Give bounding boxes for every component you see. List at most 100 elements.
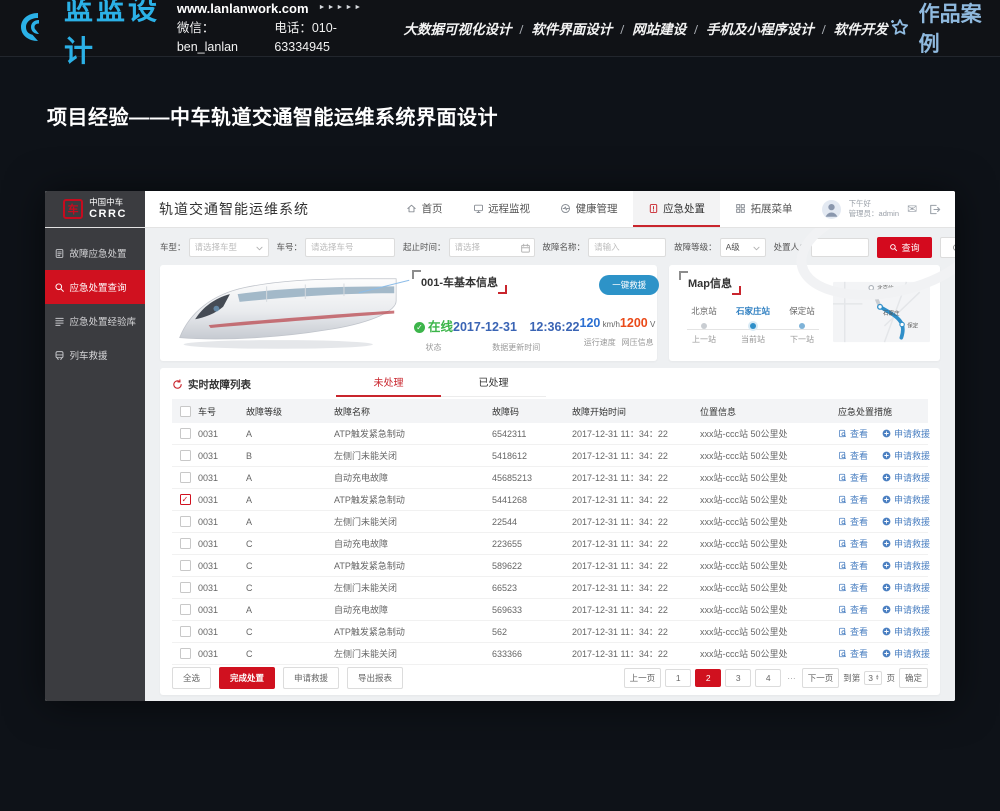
station-dot-icon xyxy=(701,323,707,329)
apply-rescue-button[interactable]: 申请救援 xyxy=(283,667,339,689)
select-all-button[interactable]: 全选 xyxy=(172,667,211,689)
mail-icon[interactable]: ✉ xyxy=(907,203,920,216)
filter-input[interactable]: 请选择 xyxy=(449,238,535,257)
row-checkbox[interactable] xyxy=(180,604,191,615)
apply-rescue-link[interactable]: 申请救援 xyxy=(882,559,930,572)
spinner-down-icon[interactable]: ▾ xyxy=(876,678,879,681)
view-link[interactable]: 查看 xyxy=(838,427,868,440)
reset-button[interactable]: 重置 xyxy=(940,237,955,258)
search-button[interactable]: 查询 xyxy=(877,237,932,258)
confirm-jump-button[interactable]: 确定 xyxy=(899,668,928,688)
view-link[interactable]: 查看 xyxy=(838,581,868,594)
view-link[interactable]: 查看 xyxy=(838,449,868,462)
apply-rescue-link[interactable]: 申请救援 xyxy=(882,603,930,616)
view-link[interactable]: 查看 xyxy=(838,625,868,638)
row-checkbox[interactable] xyxy=(180,538,191,549)
apply-rescue-link[interactable]: 申请救援 xyxy=(882,581,930,594)
row-checkbox[interactable] xyxy=(180,582,191,593)
cell-fault-level: C xyxy=(246,539,334,549)
nav-item[interactable]: 拓展菜单 xyxy=(720,191,808,227)
stage: 项目经验——中车轨道交通智能运维系统界面设计 车 中国中车 CRRC 轨道交通智… xyxy=(0,57,1000,811)
view-link-label: 查看 xyxy=(850,427,868,440)
page-button[interactable]: 3 xyxy=(725,669,751,687)
view-doc-icon xyxy=(838,583,847,592)
page-button[interactable]: 1 xyxy=(665,669,691,687)
logout-icon[interactable] xyxy=(928,203,941,216)
row-checkbox[interactable] xyxy=(180,648,191,659)
filter-input[interactable]: 请选择车号 xyxy=(305,238,395,257)
apply-rescue-link[interactable]: 申请救援 xyxy=(882,515,930,528)
nav-item[interactable]: 应急处置 xyxy=(633,191,721,227)
apply-rescue-link[interactable]: 申请救援 xyxy=(882,625,930,638)
page-title: 项目经验——中车轨道交通智能运维系统界面设计 xyxy=(47,101,498,130)
service-item[interactable]: 大数据可视化设计 xyxy=(404,22,512,37)
row-checkbox[interactable] xyxy=(180,450,191,461)
view-link[interactable]: 查看 xyxy=(838,559,868,572)
next-page-button[interactable]: 下一页 xyxy=(802,668,840,688)
sidebar-item[interactable]: 应急处置经验库 xyxy=(45,304,145,338)
page-button[interactable]: 4 xyxy=(755,669,781,687)
select-all-checkbox[interactable] xyxy=(180,406,191,417)
service-item[interactable]: 软件界面设计 xyxy=(531,22,612,37)
apply-rescue-link[interactable]: 申请救援 xyxy=(882,537,930,550)
cell-train-no: 0031 xyxy=(198,649,246,659)
fault-tab[interactable]: 未处理 xyxy=(336,374,441,397)
view-doc-icon xyxy=(838,517,847,526)
spinner-arrows-icon[interactable]: ▴▾ xyxy=(876,675,879,681)
website-url[interactable]: www.lanlanwork.com xyxy=(177,0,309,19)
refresh-list-icon[interactable] xyxy=(172,379,183,390)
sidebar-item[interactable]: 列车救援 xyxy=(45,338,145,372)
nav-item[interactable]: 健康管理 xyxy=(545,191,633,227)
cell-train-no: 0031 xyxy=(198,583,246,593)
filter-input[interactable]: 请选择车型 xyxy=(189,238,269,257)
mini-map[interactable]: 北京站 石家庄 保定 xyxy=(833,271,930,355)
view-doc-icon xyxy=(838,495,847,504)
row-checkbox[interactable]: ✓ xyxy=(180,494,191,505)
view-link[interactable]: 查看 xyxy=(838,471,868,484)
service-item[interactable]: 软件开发 xyxy=(834,22,888,37)
page-button-active[interactable]: 2 xyxy=(695,669,721,687)
apply-rescue-link[interactable]: 申请救援 xyxy=(882,449,930,462)
row-checkbox[interactable] xyxy=(180,428,191,439)
avatar[interactable] xyxy=(822,200,841,219)
view-link[interactable]: 查看 xyxy=(838,515,868,528)
row-checkbox[interactable] xyxy=(180,516,191,527)
view-link[interactable]: 查看 xyxy=(838,493,868,506)
cell-fault-name: 左侧门未能关闭 xyxy=(334,449,492,462)
apply-rescue-link[interactable]: 申请救援 xyxy=(882,427,930,440)
row-checkbox[interactable] xyxy=(180,626,191,637)
nav-item[interactable]: 首页 xyxy=(391,191,458,227)
sidebar-item[interactable]: 故障应急处置 xyxy=(45,236,145,270)
cases-link[interactable]: 作品案例 xyxy=(888,0,982,58)
nav-item[interactable]: 远程监视 xyxy=(458,191,546,227)
service-item[interactable]: 手机及小程序设计 xyxy=(706,22,814,37)
app-title: 轨道交通智能运维系统 xyxy=(159,199,309,219)
sidebar-item[interactable]: 应急处置查询 xyxy=(45,270,145,304)
one-key-rescue-button[interactable]: 一键救援 xyxy=(599,275,659,295)
row-checkbox[interactable] xyxy=(180,472,191,483)
cell-train-no: 0031 xyxy=(198,627,246,637)
fault-tab[interactable]: 已处理 xyxy=(441,374,546,397)
view-link[interactable]: 查看 xyxy=(838,603,868,616)
apply-rescue-link-label: 申请救援 xyxy=(894,515,930,528)
service-item[interactable]: 网站建设 xyxy=(632,22,686,37)
nav-item-label: 健康管理 xyxy=(576,201,618,216)
apply-rescue-link[interactable]: 申请救援 xyxy=(882,647,930,660)
row-checkbox[interactable] xyxy=(180,560,191,571)
filter-input[interactable] xyxy=(811,238,869,257)
prev-page-button[interactable]: 上一页 xyxy=(624,668,662,688)
apply-rescue-link[interactable]: 申请救援 xyxy=(882,493,930,506)
export-report-button[interactable]: 导出报表 xyxy=(347,667,403,689)
complete-disposal-button[interactable]: 完成处置 xyxy=(219,667,275,689)
apply-rescue-link[interactable]: 申请救援 xyxy=(882,471,930,484)
cell-start-time: 2017-12-31 11：34：22 xyxy=(572,603,700,616)
filter-input[interactable]: A级 xyxy=(720,238,766,257)
banner-services: 大数据可视化设计/软件界面设计/网站建设/手机及小程序设计/软件开发 xyxy=(404,18,888,38)
filter-value: 请选择 xyxy=(455,241,481,253)
view-link[interactable]: 查看 xyxy=(838,647,868,660)
view-link[interactable]: 查看 xyxy=(838,537,868,550)
service-separator: / xyxy=(520,22,524,37)
jump-page-input[interactable]: 3▴▾ xyxy=(864,671,882,685)
filter-input[interactable]: 请输入 xyxy=(588,238,666,257)
table-body: 0031 A ATP触发紧急制动 6542311 2017-12-31 11：3… xyxy=(172,423,928,665)
